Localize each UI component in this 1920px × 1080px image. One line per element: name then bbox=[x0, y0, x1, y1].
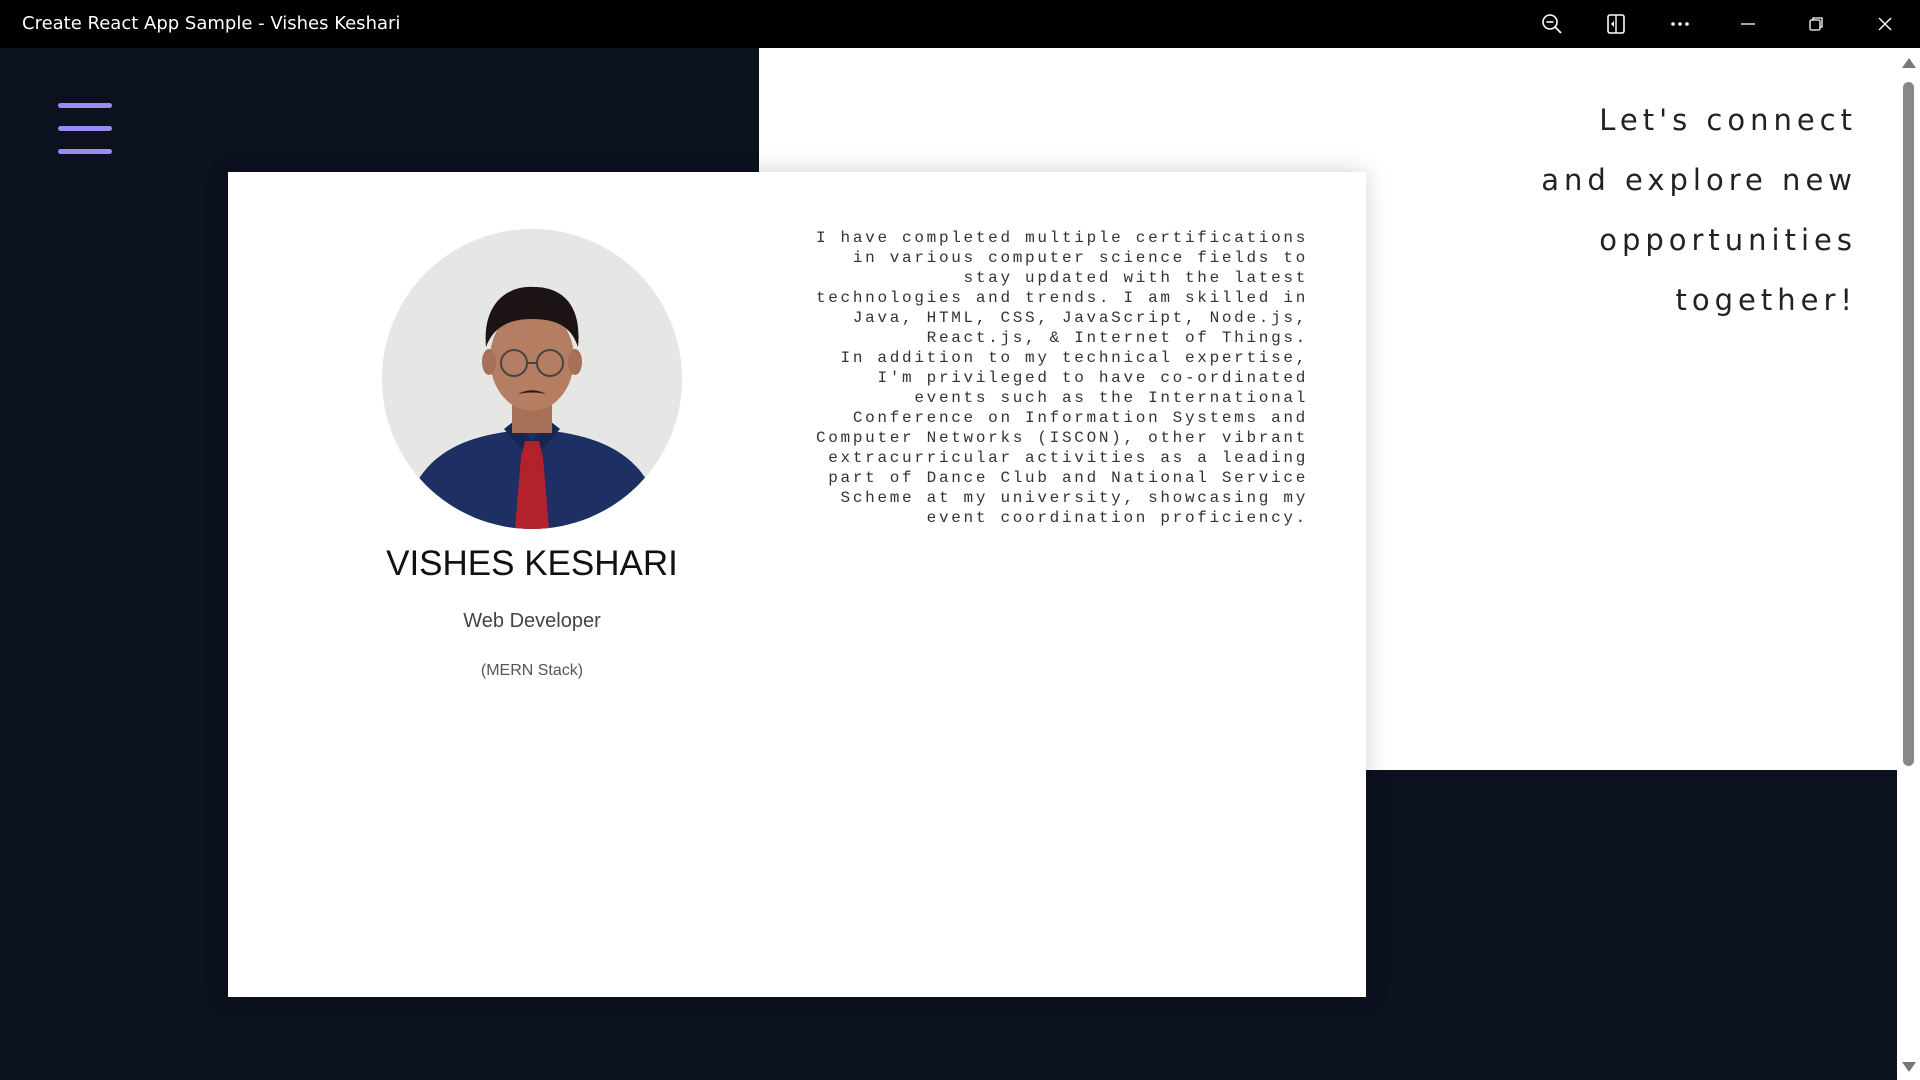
profile-card: VISHES KESHARI Web Developer (MERN Stack… bbox=[228, 172, 1366, 997]
scroll-thumb[interactable] bbox=[1903, 82, 1914, 766]
bio-paragraph: In addition to my technical expertise, I… bbox=[815, 349, 1308, 527]
page: Let's connect and explore new opportunit… bbox=[0, 48, 1920, 1080]
window-title: Create React App Sample - Vishes Keshari bbox=[22, 13, 401, 34]
hamburger-icon[interactable] bbox=[58, 103, 114, 155]
vertical-scrollbar[interactable] bbox=[1897, 48, 1920, 1080]
immersive-reader-icon[interactable] bbox=[1588, 0, 1644, 48]
scroll-down-arrow-icon[interactable] bbox=[1902, 1062, 1916, 1072]
scroll-up-arrow-icon[interactable] bbox=[1902, 58, 1916, 68]
window-titlebar: Create React App Sample - Vishes Keshari bbox=[0, 0, 1920, 48]
profile-bio: I have completed multiple certifications… bbox=[813, 228, 1308, 528]
bio-paragraph: I have completed multiple certifications… bbox=[815, 229, 1308, 347]
profile-name: VISHES KESHARI bbox=[386, 544, 678, 583]
profile-photo bbox=[382, 229, 682, 529]
zoom-out-icon[interactable] bbox=[1524, 0, 1580, 48]
connect-line: Let's connect bbox=[1599, 103, 1857, 137]
connect-line: opportunities bbox=[1599, 223, 1857, 257]
profile-role: Web Developer bbox=[463, 610, 601, 632]
connect-line: together! bbox=[1675, 283, 1857, 317]
profile-stack: (MERN Stack) bbox=[480, 662, 584, 679]
connect-line: and explore new bbox=[1541, 163, 1857, 197]
more-icon[interactable] bbox=[1652, 0, 1708, 48]
restore-icon[interactable] bbox=[1788, 0, 1844, 48]
minimize-icon[interactable] bbox=[1720, 0, 1776, 48]
close-icon[interactable] bbox=[1857, 0, 1913, 48]
connect-message: Let's connect and explore new opportunit… bbox=[1337, 90, 1857, 330]
